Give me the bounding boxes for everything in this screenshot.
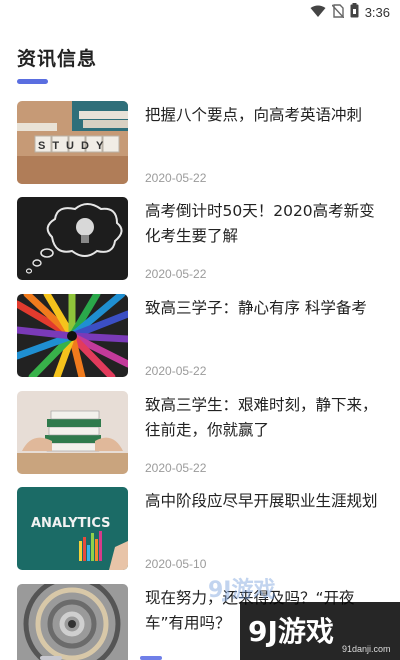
watermark-url: 91danji.com xyxy=(342,644,391,654)
news-title: 高中阶段应尽早开展职业生涯规划 xyxy=(145,492,378,510)
no-sim-icon xyxy=(331,3,345,22)
analytics-text: ANALYTICS xyxy=(31,516,111,531)
news-item[interactable]: ANALYTICS 高中阶段应尽早开展职业生涯规划 2020-05-10 xyxy=(0,487,400,571)
analytics-chalkboard-image: ANALYTICS xyxy=(17,487,128,570)
news-title: 致高三学子：静心有序 科学备考 xyxy=(145,299,367,317)
news-item[interactable]: 高考倒计时50天！2020高考新变化考生要了解 2020-05-22 xyxy=(0,197,400,281)
news-title: 高考倒计时50天！2020高考新变化考生要了解 xyxy=(145,202,375,245)
status-icons: 3:36 xyxy=(310,2,390,22)
lightbulb-cloud-image xyxy=(17,197,128,280)
stacked-books-image xyxy=(17,391,128,474)
news-date: 2020-05-10 xyxy=(145,557,207,571)
news-date: 2020-05-22 xyxy=(145,461,207,475)
news-date: 2020-05-22 xyxy=(145,171,207,185)
news-title: 致高三学生：艰难时刻，静下来，往前走，你就赢了 xyxy=(145,396,378,439)
news-date: 2020-05-22 xyxy=(145,267,207,281)
study-text: STUDY xyxy=(38,140,110,152)
bottom-nav-indicator xyxy=(0,654,240,660)
news-title: 把握八个要点，向高考英语冲刺 xyxy=(145,106,363,124)
bottom-nav-mark xyxy=(140,656,162,660)
watermark: 9J游戏 91danji.com xyxy=(240,602,400,660)
news-item[interactable]: 致高三学生：艰难时刻，静下来，往前走，你就赢了 2020-05-22 xyxy=(0,391,400,475)
news-date: 2020-05-22 xyxy=(145,364,207,378)
status-time: 3:36 xyxy=(364,4,390,20)
wifi-icon xyxy=(310,3,326,22)
paper-spiral-image xyxy=(17,584,128,660)
watermark-ghost: 9J游戏 xyxy=(208,578,276,603)
news-item[interactable]: STUDY 把握八个要点，向高考英语冲刺 2020-05-22 xyxy=(0,101,400,185)
news-item[interactable]: 致高三学子：静心有序 科学备考 2020-05-22 xyxy=(0,294,400,378)
bottom-nav-mark xyxy=(40,656,62,660)
study-blocks-image: STUDY xyxy=(17,101,128,184)
page-title: 资讯信息 xyxy=(17,48,98,70)
colored-pencils-image xyxy=(17,294,128,377)
watermark-logo: 9J游戏 xyxy=(248,615,334,648)
title-underline xyxy=(17,79,48,84)
status-bar: 3:36 xyxy=(0,0,400,26)
battery-icon xyxy=(350,2,359,22)
